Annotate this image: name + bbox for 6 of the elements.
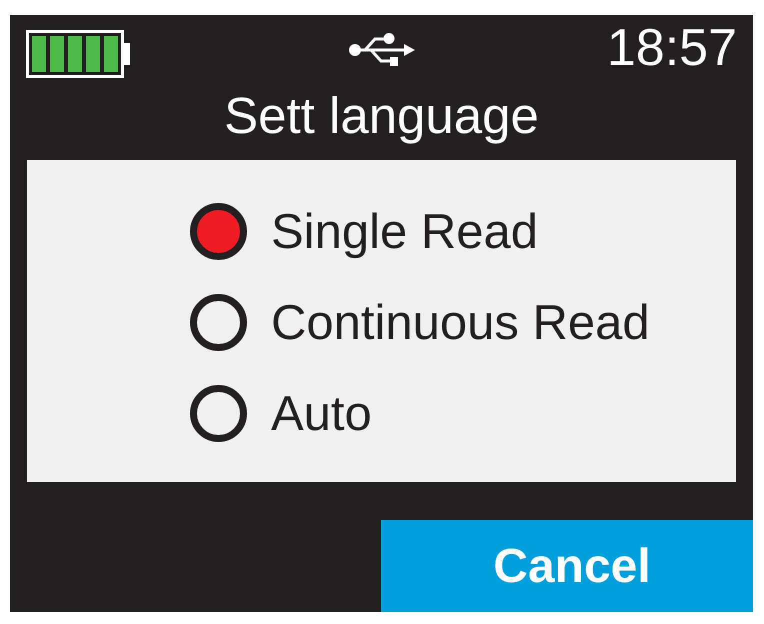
- battery-icon: [26, 30, 130, 78]
- radio-option[interactable]: Single Read: [190, 186, 538, 277]
- radio-option[interactable]: Continuous Read: [190, 277, 650, 368]
- usb-icon: [348, 32, 414, 68]
- clock-time: 18:57: [606, 30, 737, 66]
- radio-option[interactable]: Auto: [190, 368, 372, 459]
